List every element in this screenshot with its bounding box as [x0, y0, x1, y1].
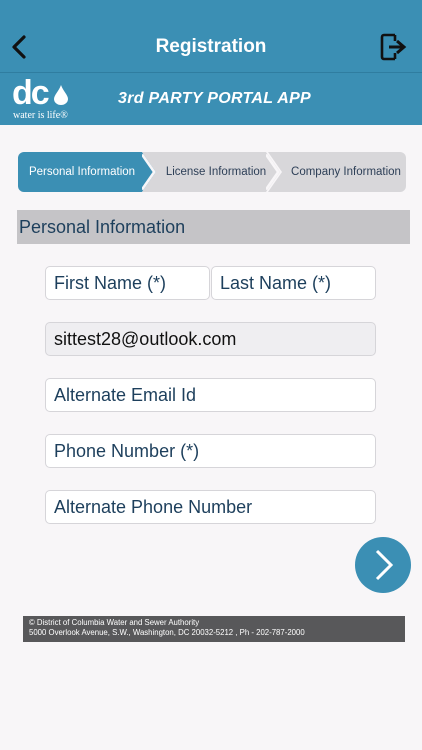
step-personal-information[interactable]: Personal Information: [18, 152, 156, 192]
step-label: Company Information: [291, 166, 401, 178]
logout-button[interactable]: [380, 32, 408, 62]
last-name-field[interactable]: Last Name (*): [211, 266, 376, 300]
phone-number-field[interactable]: Phone Number (*): [45, 434, 376, 468]
copyright-text: © District of Columbia Water and Sewer A…: [29, 618, 200, 627]
alternate-phone-field[interactable]: Alternate Phone Number: [45, 490, 376, 524]
logout-icon: [380, 33, 407, 61]
first-name-field[interactable]: First Name (*): [45, 266, 210, 300]
water-drop-icon: [54, 85, 68, 105]
section-title: Personal Information: [17, 210, 410, 244]
registration-stepper: Personal Information License Information…: [18, 152, 406, 192]
email-field[interactable]: sittest28@outlook.com: [45, 322, 376, 356]
address-text: 5000 Overlook Avenue, S.W., Washington, …: [29, 628, 305, 637]
step-separator: [266, 153, 280, 191]
step-license-information[interactable]: License Information: [142, 152, 280, 192]
chevron-right-icon: [375, 549, 394, 581]
app-banner: dc water is life® 3rd PARTY PORTAL APP: [0, 73, 422, 125]
alternate-email-field[interactable]: Alternate Email Id: [45, 378, 376, 412]
step-label: License Information: [165, 166, 267, 178]
dc-water-logo: dc water is life®: [12, 75, 72, 123]
step-company-information[interactable]: Company Information: [268, 152, 406, 192]
step-label: Personal Information: [28, 166, 136, 178]
nav-bar: Registration: [0, 0, 422, 72]
page-title: Registration: [155, 36, 267, 57]
footer: © District of Columbia Water and Sewer A…: [23, 616, 405, 642]
next-button[interactable]: [355, 537, 411, 593]
logo-tagline: water is life®: [13, 110, 68, 121]
step-separator: [142, 153, 156, 191]
logo-text: dc: [12, 74, 50, 112]
app-title: 3rd PARTY PORTAL APP: [118, 90, 312, 107]
